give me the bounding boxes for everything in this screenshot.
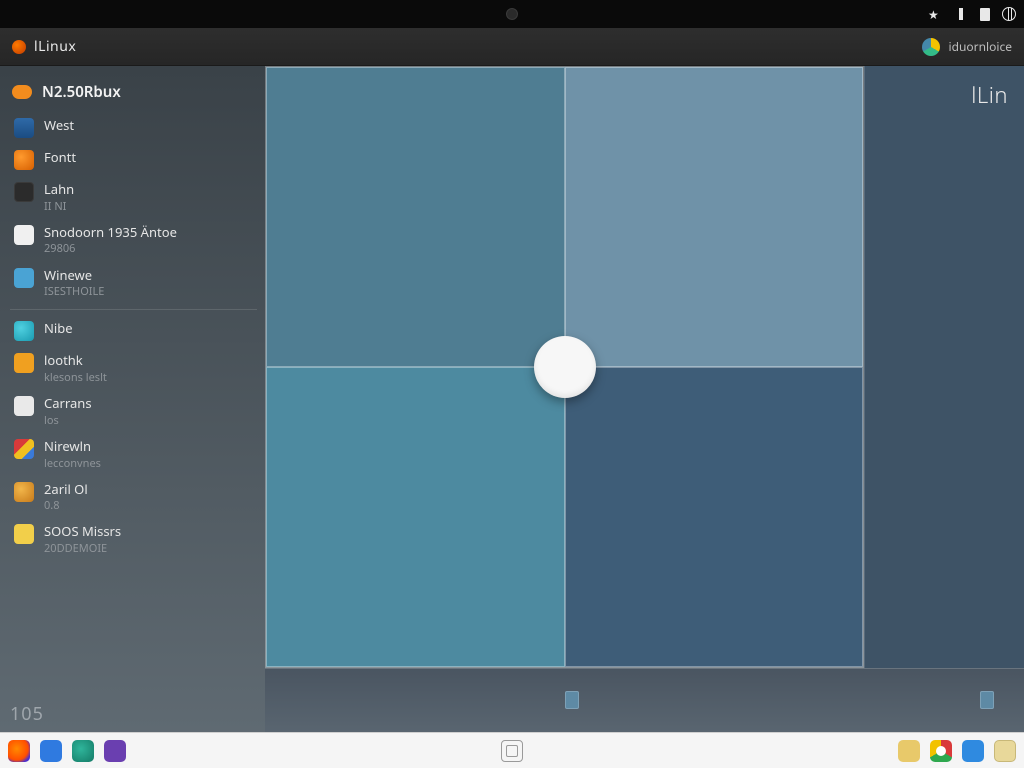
battery-icon[interactable]: [954, 7, 968, 21]
sidebar-item-snodoorn[interactable]: Snodoorn 1935 Äntoe 29806: [6, 219, 261, 262]
sidebar-item-label: Snodoorn 1935 Äntoe: [44, 225, 177, 241]
window-header: lLinux iduornloice: [0, 28, 1024, 66]
sidebar-item-nirewln[interactable]: Nirewln lecconvnes: [6, 433, 261, 476]
sidebar-item-subtext: los: [44, 414, 92, 427]
taskbar: [0, 732, 1024, 768]
workspace-right-column: lLin: [864, 66, 1024, 668]
sidebar-item-subtext: 0.8: [44, 499, 88, 512]
sidebar-item-label: Lahn: [44, 182, 74, 198]
sidebar-item-soos[interactable]: SOOS Missrs 20DDEMOIE: [6, 518, 261, 561]
thumbnail-icon[interactable]: [565, 691, 579, 709]
center-drag-handle[interactable]: [534, 336, 596, 398]
user-label: iduornloice: [948, 38, 1012, 55]
user-area[interactable]: iduornloice: [922, 38, 1012, 56]
clipboard-icon[interactable]: [980, 8, 990, 21]
app-icon: [14, 118, 34, 138]
system-topbar: [0, 0, 1024, 28]
workspace-bottom-strip: [265, 668, 1024, 732]
quadrant-top-right[interactable]: [565, 67, 864, 367]
sidebar-item-subtext: 20DDEMOIE: [44, 542, 121, 555]
app-icon: [14, 524, 34, 544]
app-icon: [14, 268, 34, 288]
folder-icon[interactable]: [898, 740, 920, 762]
cloud-icon: [14, 396, 34, 416]
sidebar-section-title: N2.50Rbux: [42, 82, 121, 102]
sidebar-item-label: Nirewln: [44, 439, 101, 455]
notes-icon[interactable]: [994, 740, 1016, 762]
topbar-center-indicator-icon: [506, 8, 518, 20]
sidebar-item-carrans[interactable]: Carrans los: [6, 390, 261, 433]
sidebar-item-fontt[interactable]: Fontt: [6, 144, 261, 176]
taskbar-right-group: [898, 740, 1016, 762]
app-icon: [14, 182, 34, 202]
sidebar-item-label: Winewe: [44, 268, 104, 284]
thumbnail-icon[interactable]: [980, 691, 994, 709]
app-icon: [14, 150, 34, 170]
cloud-icon: [12, 85, 32, 99]
quadrant-bottom-left[interactable]: [266, 367, 565, 667]
sidebar-item-label: Nibe: [44, 319, 73, 337]
sidebar-footer-counter: 105: [10, 702, 44, 726]
network-globe-icon[interactable]: [1002, 7, 1016, 21]
app-icon: [14, 321, 34, 341]
workspace-area: lLin: [265, 66, 1024, 732]
brand-watermark: lLin: [971, 80, 1008, 110]
sidebar-item-label: Carrans: [44, 396, 92, 412]
sidebar-item-loothk[interactable]: loothk klesons leslt: [6, 347, 261, 390]
sidebar-item-winewe[interactable]: Winewe ISESTHOILE: [6, 262, 261, 305]
main-area: N2.50Rbux West Fontt Lahn II NI Snodoorn…: [0, 66, 1024, 732]
sidebar-item-lahn[interactable]: Lahn II NI: [6, 176, 261, 219]
sidebar-item-label: SOOS Missrs: [44, 524, 121, 540]
sidebar-section-head[interactable]: N2.50Rbux: [6, 76, 261, 112]
sidebar-item-subtext: 29806: [44, 242, 177, 255]
sidebar-item-label: loothk: [44, 353, 107, 369]
sidebar-item-label: Fontt: [44, 148, 76, 166]
sidebar-item-label: 2aril Ol: [44, 482, 88, 498]
app-icon: [14, 225, 34, 245]
sidebar: N2.50Rbux West Fontt Lahn II NI Snodoorn…: [0, 66, 265, 732]
show-desktop-icon[interactable]: [501, 740, 523, 762]
sidebar-item-2aril[interactable]: 2aril Ol 0.8: [6, 476, 261, 519]
sidebar-item-subtext: ISESTHOILE: [44, 285, 104, 298]
user-avatar-icon: [922, 38, 940, 56]
system-tray: [928, 0, 1016, 28]
sidebar-divider: [10, 309, 257, 310]
apps-icon[interactable]: [104, 740, 126, 762]
bookmark-star-icon[interactable]: [928, 7, 942, 21]
files-icon[interactable]: [40, 740, 62, 762]
sidebar-item-subtext: lecconvnes: [44, 457, 101, 470]
sidebar-item-label: West: [44, 116, 74, 134]
store-icon[interactable]: [962, 740, 984, 762]
sidebar-item-subtext: klesons leslt: [44, 371, 107, 384]
app-icon: [14, 353, 34, 373]
sidebar-item-nibe[interactable]: Nibe: [6, 315, 261, 347]
wallpaper-quadrants: [265, 66, 864, 668]
quadrant-bottom-right[interactable]: [565, 367, 864, 667]
app-logo-icon: [12, 40, 26, 54]
firefox-icon[interactable]: [8, 740, 30, 762]
app-icon: [14, 482, 34, 502]
app-title: lLinux: [34, 37, 76, 56]
app-icon: [14, 439, 34, 459]
sidebar-item-west[interactable]: West: [6, 112, 261, 144]
sidebar-item-subtext: II NI: [44, 200, 74, 213]
quadrant-top-left[interactable]: [266, 67, 565, 367]
terminal-icon[interactable]: [72, 740, 94, 762]
chrome-icon[interactable]: [930, 740, 952, 762]
